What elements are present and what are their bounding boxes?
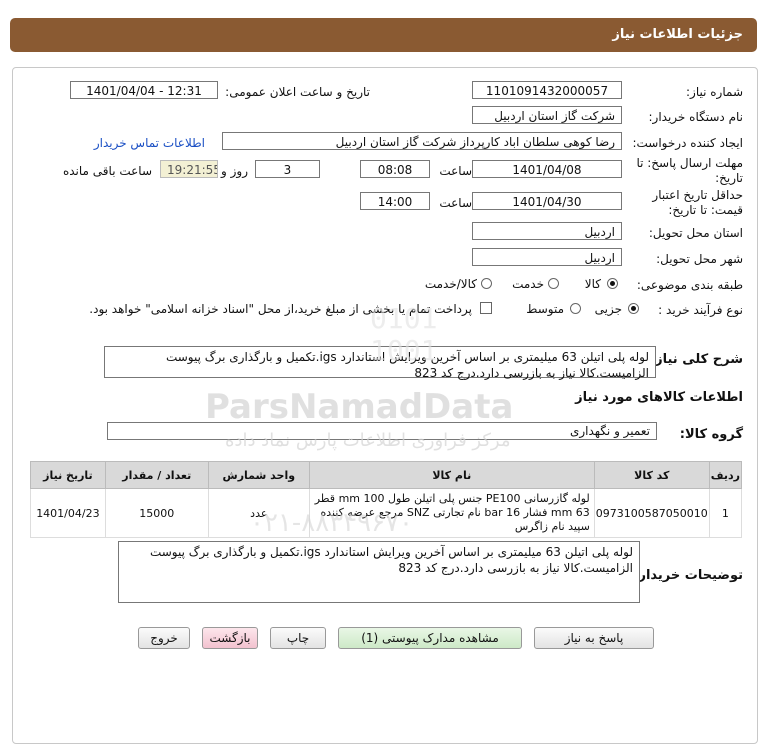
category-label: طبقه بندی موضوعی: bbox=[636, 278, 743, 292]
category-both-label: کالا/خدمت bbox=[424, 277, 477, 291]
need-number-label: شماره نیاز: bbox=[686, 85, 743, 99]
process-minor-label: جزیی bbox=[594, 302, 622, 316]
process-medium-radio[interactable] bbox=[570, 303, 581, 314]
need-number-field: 1101091432000057 bbox=[472, 81, 622, 99]
province-label: استان محل تحویل: bbox=[648, 226, 743, 240]
validity-time-label: ساعت bbox=[439, 196, 472, 210]
treasury-payment-checkbox[interactable] bbox=[480, 302, 492, 314]
process-medium-label: متوسط bbox=[526, 302, 564, 316]
announce-label: تاریخ و ساعت اعلان عمومی: bbox=[225, 85, 370, 99]
city-label: شهر محل تحویل: bbox=[656, 252, 743, 266]
buyer-notes-text: لوله پلی اتیلن 63 میلیمتری بر اساس آخرین… bbox=[118, 541, 640, 603]
goods-table-header: ردیف کد کالا نام کالا واحد شمارش تعداد /… bbox=[30, 461, 743, 489]
days-label: روز و bbox=[221, 164, 248, 178]
deadline-date-field: 1401/04/08 bbox=[472, 160, 622, 178]
validity-time-field: 14:00 bbox=[360, 192, 430, 210]
category-goods-label: کالا bbox=[584, 277, 601, 291]
cell-unit: عدد bbox=[207, 488, 310, 538]
category-goods-radio[interactable] bbox=[607, 278, 618, 289]
col-code: کد کالا bbox=[593, 461, 710, 489]
goods-section-title: اطلاعات کالاهای مورد نیاز bbox=[575, 390, 743, 405]
col-qty: تعداد / مقدار bbox=[104, 461, 209, 489]
col-row: ردیف bbox=[708, 461, 743, 489]
cell-row: 1 bbox=[708, 488, 743, 538]
creator-label: ایجاد کننده درخواست: bbox=[632, 136, 743, 150]
deadline-time-field: 08:08 bbox=[360, 160, 430, 178]
treasury-payment-note: پرداخت تمام یا بخشی از مبلغ خرید،از محل … bbox=[89, 302, 472, 316]
announce-field: 1401/04/04 - 12:31 bbox=[70, 81, 218, 99]
remaining-label: ساعت باقی مانده bbox=[62, 164, 152, 178]
city-field: اردبیل bbox=[472, 248, 622, 266]
table-row: 1 0973100587050010 لوله گازرسانی PE100 ج… bbox=[30, 488, 743, 538]
exit-button[interactable]: خروج bbox=[138, 627, 190, 649]
process-label: نوع فرآیند خرید : bbox=[658, 303, 743, 317]
attachments-button[interactable]: مشاهده مدارک پیوستی (1) bbox=[338, 627, 522, 649]
back-button[interactable]: بازگشت bbox=[202, 627, 258, 649]
category-service-radio[interactable] bbox=[548, 278, 559, 289]
remaining-time-field: 19:21:55 bbox=[160, 160, 218, 178]
goods-group-label: گروه کالا: bbox=[679, 427, 743, 442]
creator-field: رضا کوهی سلطان اباد کارپرداز شرکت گاز اس… bbox=[222, 132, 622, 150]
buyer-field: شرکت گاز استان اردبیل bbox=[472, 106, 622, 124]
cell-name: لوله گازرسانی PE100 جنس پلی اتیلن طول 10… bbox=[308, 488, 595, 538]
buyer-contact-link[interactable]: اطلاعات تماس خریدار bbox=[94, 136, 205, 150]
description-label: شرح کلی نیاز: bbox=[649, 352, 743, 367]
reply-button[interactable]: پاسخ به نیاز bbox=[534, 627, 654, 649]
cell-date: 1401/04/23 bbox=[30, 488, 106, 538]
cell-code: 0973100587050010 bbox=[593, 488, 710, 538]
deadline-label: مهلت ارسال پاسخ: تا تاریخ: bbox=[636, 156, 743, 185]
buyer-notes-label: توضیحات خریدار: bbox=[633, 568, 743, 583]
validity-date-field: 1401/04/30 bbox=[472, 192, 622, 210]
window-title: جزئیات اطلاعات نیاز bbox=[612, 27, 743, 42]
col-name: نام کالا bbox=[308, 461, 595, 489]
print-button[interactable]: چاپ bbox=[270, 627, 326, 649]
province-field: اردبیل bbox=[472, 222, 622, 240]
col-unit: واحد شمارش bbox=[207, 461, 310, 489]
window-title-bar: جزئیات اطلاعات نیاز bbox=[10, 18, 757, 52]
goods-group-field: تعمیر و نگهداری bbox=[107, 422, 657, 440]
category-both-radio[interactable] bbox=[481, 278, 492, 289]
deadline-time-label: ساعت bbox=[439, 164, 472, 178]
days-field: 3 bbox=[255, 160, 320, 178]
cell-qty: 15000 bbox=[104, 488, 209, 538]
process-minor-radio[interactable] bbox=[628, 303, 639, 314]
goods-table: ردیف کد کالا نام کالا واحد شمارش تعداد /… bbox=[30, 461, 743, 538]
description-text: لوله پلی اتیلن 63 میلیمتری بر اساس آخرین… bbox=[104, 346, 656, 380]
validity-label: حداقل تاریخ اعتبار قیمت: تا تاریخ: bbox=[652, 188, 743, 217]
category-service-label: خدمت bbox=[512, 277, 544, 291]
buyer-label: نام دستگاه خریدار: bbox=[648, 110, 744, 124]
col-date: تاریخ نیاز bbox=[30, 461, 106, 489]
